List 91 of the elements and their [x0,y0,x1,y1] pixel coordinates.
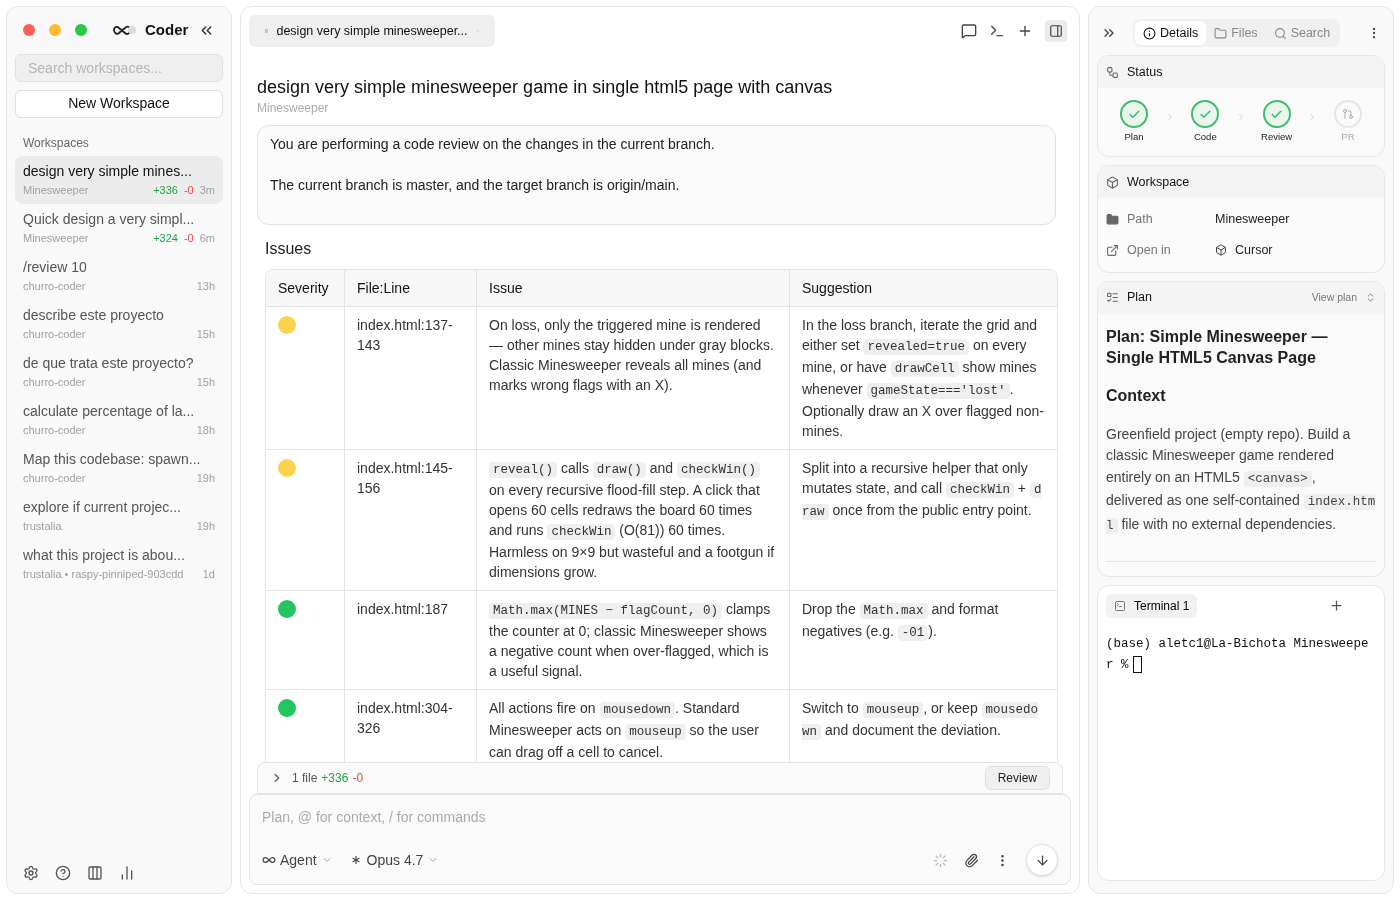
column-header: Suggestion [789,270,1057,306]
issue-text: All actions fire on mousedown . Standard Minesweeper acts on mouseup so the user can drag off a cell to cancel. [489,699,760,762]
workspace-title: Quick design a very simpl... [23,209,196,229]
added-count: +324 [153,230,178,246]
workspace-title: design very simple mines... [23,161,193,181]
workspace-project: trustalia [23,518,62,534]
chat-title: design very simple minesweeper game in single html5 page with canvas [256,76,834,99]
plan-text: Greenfield project (empty repo). Build a classic Minesweeper game rendered entirely on an HTML5 <canvas> , delivered as one self-contained index.html file with no external dependencies. [1106,424,1376,536]
removed-count: -0 [352,770,364,787]
workspace-title: what this project is abou... [23,545,186,565]
workspace-time: 3m [199,182,215,198]
workspace-time: 18h [196,422,215,438]
removed-count: -0 [183,182,194,198]
step-label: Code [1193,130,1217,144]
issue-text: Math.max(MINES − flagCount, 0) clamps the counter at 0; classic Minesweeper shows a negative count when over-flagged, which is a useful signal. [489,600,772,681]
field-label: Open in [1127,242,1172,259]
workspace-title: describe este proyecto [23,305,165,325]
workspace-project: trustalia • raspy-pinniped-903cdd [23,566,184,582]
removed-count: -0 [183,230,194,246]
workspace-item[interactable]: what this project is abou... trustalia • raspy-pinniped-903cdd 1d [15,539,223,588]
step-label: Plan [1124,130,1144,144]
workspace-title: explore if current projec... [23,497,182,517]
workspace-item[interactable]: calculate percentage of la... churro-coder 18h [15,395,223,444]
terminal-output: (base) aletc1@La-Bichota Minesweeper % [1106,635,1370,675]
added-count: +336 [321,770,349,787]
workspace-time: 1d [202,566,215,582]
workspace-time: 6m [199,230,215,246]
model-selector[interactable]: Opus 4.7 [348,849,440,871]
issues-heading: Issues [264,239,313,259]
suggestion-text: Split into a recursive helper that only mutates state, and call checkWin + draw once from the public entry point. [802,459,1043,522]
card-title: Status [1127,63,1163,81]
workspace-time: 19h [196,518,215,534]
section-label: Workspaces [22,134,90,152]
plan-heading: Plan: Simple Minesweeper — Single HTML5 Canvas Page [1106,326,1329,368]
workspace-project: Minesweeper [23,230,89,246]
step-label: Review [1261,130,1293,144]
workspace-item[interactable]: describe este proyecto churro-coder 15h [15,299,223,348]
suggestion-text: In the loss branch, iterate the grid and either set revealed=true on every mine, or have drawCell show mines whenever gameState==='lost' . Optionally draw an X over flagged non-mines. [802,316,1045,441]
field-label: Path [1127,211,1154,229]
workspace-time: 13h [196,278,215,294]
workspace-item[interactable]: explore if current projec... trustalia 19h [15,491,223,540]
workspace-item[interactable]: de que trata este proyecto? churro-coder 15h [15,347,223,396]
workspace-time: 15h [196,326,215,342]
file-cell: index.html:187 [344,591,476,689]
tab-label: design very simple minesweeper... [276,22,468,40]
workspace-title: /review 10 [23,257,88,277]
workspace-time: 19h [196,470,215,486]
view-plan-button[interactable]: View plan [1311,289,1376,306]
workspace-time: 15h [196,374,215,390]
workspace-project: churro-coder [23,470,86,486]
workspace-title: de que trata este proyecto? [23,353,195,373]
file-count: 1 file [292,770,318,787]
workspace-item[interactable]: /review 10 churro-coder 13h [15,251,223,300]
file-cell: index.html:137-143 [344,307,476,449]
chat-tab[interactable]: design very simple minesweeper... [249,15,495,47]
workspace-project: Minesweeper [23,182,89,198]
suggestion-text: Drop the Math.max and format negatives (e.g. -01 ). [802,600,1000,643]
prompt-text: You are performing a code review on the changes in the current branch. [270,135,716,154]
terminal-tab[interactable]: Terminal 1 [1106,593,1198,618]
workspace-title: calculate percentage of la... [23,401,196,421]
workspace-item[interactable]: Map this codebase: spawn... churro-coder 19h [15,443,223,492]
field-value[interactable]: Cursor [1235,241,1273,260]
search-field[interactable]: Search workspaces... [15,53,223,82]
workspace-title: Map this codebase: spawn... [23,449,202,469]
suggestion-text: Switch to mouseup , or keep mousedown and document the deviation. [802,699,1040,742]
message-field[interactable]: Plan, @ for context, / for commands [262,807,1058,828]
workspace-item[interactable]: Quick design a very simpl... Minesweeper +324 -0 6m [15,203,223,252]
workspace-item[interactable]: design very simple mines... Minesweeper +336 -0 3m [15,155,223,204]
prompt-text: The current branch is master, and the target branch is origin/main. [270,176,681,195]
step-label: PR [1341,130,1355,144]
review-button[interactable]: Review [984,766,1050,790]
workspace-project: churro-coder [23,374,86,390]
plan-subheading: Context [1106,385,1167,406]
workspace-project: churro-coder [23,278,86,294]
app-name: Coder [145,20,189,40]
workspace-project: churro-coder [23,326,86,342]
mode-selector[interactable]: Agent [262,849,333,871]
panel-tab[interactable]: Details [1135,21,1207,45]
issue-text: reveal() calls draw() and checkWin() on every recursive flood-fill step. A click that opens 60 cells redraws the board 60 times and runs checkWin (O(81)) 60 times. Harmless on 9×9 but wasteful and a footgun if dimensions grow. [489,459,776,582]
project-label: Minesweeper [256,100,330,117]
field-value[interactable]: Minesweeper [1215,210,1290,229]
card-title: Workspace [1127,173,1190,191]
workspace-project: churro-coder [23,422,86,438]
issue-text: On loss, only the triggered mine is rendered — other mines stay hidden under gray blocks. Classic Minesweeper reveals all mines (and marks wrong flags with an X). [489,316,775,395]
file-cell: index.html:145-156 [344,450,476,590]
new-workspace-button[interactable]: New Workspace [15,89,223,118]
column-header: Issue [476,270,789,306]
column-header: Severity [277,279,330,298]
column-header: File:Line [344,270,476,306]
card-title: Plan [1127,289,1153,307]
added-count: +336 [153,182,178,198]
